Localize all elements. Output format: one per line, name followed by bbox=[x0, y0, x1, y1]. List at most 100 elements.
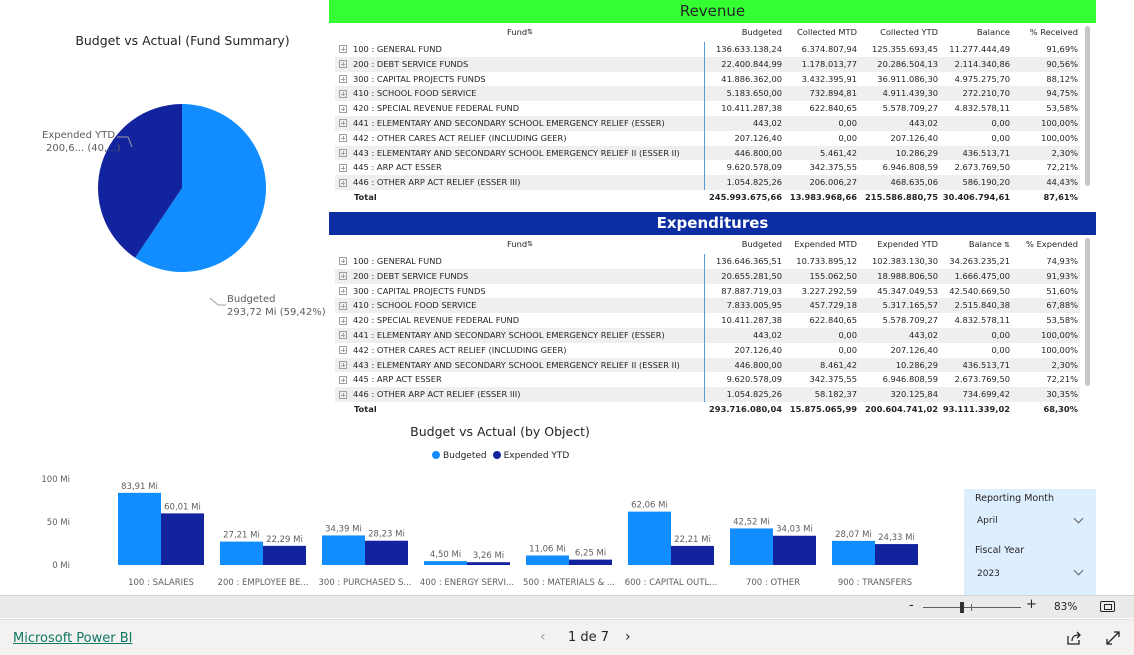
table-row[interactable]: 441 : ELEMENTARY AND SECONDARY SCHOOL EM… bbox=[335, 115, 1080, 131]
fund-name-cell: 410 : SCHOOL FOOD SERVICE bbox=[335, 298, 705, 314]
column-header[interactable]: Collected YTD bbox=[857, 23, 938, 42]
expand-icon[interactable] bbox=[339, 272, 347, 281]
next-page-button[interactable]: › bbox=[625, 629, 631, 645]
expand-icon[interactable] bbox=[339, 178, 347, 187]
bar-expended[interactable] bbox=[365, 540, 408, 565]
expand-icon[interactable] bbox=[339, 346, 347, 355]
expand-icon[interactable] bbox=[339, 286, 347, 295]
fund-summary-pie-chart[interactable] bbox=[0, 55, 330, 345]
bar-expended[interactable] bbox=[773, 535, 816, 565]
expand-icon[interactable] bbox=[339, 360, 347, 369]
previous-page-button[interactable]: ‹ bbox=[540, 629, 546, 645]
table-row[interactable]: 420 : SPECIAL REVENUE FEDERAL FUND 10.411… bbox=[335, 101, 1080, 116]
expand-icon[interactable] bbox=[339, 89, 347, 98]
table-row[interactable]: 420 : SPECIAL REVENUE FEDERAL FUND 10.411… bbox=[335, 313, 1080, 328]
table-row[interactable]: 300 : CAPITAL PROJECTS FUNDS 87.887.719,0… bbox=[335, 283, 1080, 299]
expand-icon[interactable] bbox=[339, 119, 347, 128]
table-row[interactable]: 443 : ELEMENTARY AND SECONDARY SCHOOL EM… bbox=[335, 145, 1080, 161]
table-row[interactable]: 446 : OTHER ARP ACT RELIEF (ESSER III) 1.… bbox=[335, 387, 1080, 402]
expand-icon[interactable] bbox=[339, 301, 347, 310]
zoom-out-button[interactable]: - bbox=[909, 598, 914, 613]
reporting-month-dropdown[interactable]: April bbox=[977, 516, 998, 526]
expand-icon[interactable] bbox=[339, 257, 347, 266]
power-bi-link[interactable]: Microsoft Power BI bbox=[13, 631, 132, 646]
share-icon[interactable] bbox=[1066, 630, 1082, 646]
zoom-slider-track[interactable] bbox=[923, 607, 1021, 608]
fit-to-page-icon[interactable] bbox=[1100, 601, 1115, 612]
table-row[interactable]: 443 : ELEMENTARY AND SECONDARY SCHOOL EM… bbox=[335, 357, 1080, 373]
table-row[interactable]: 445 : ARP ACT ESSER 9.620.578,09 342.375,5… bbox=[335, 372, 1080, 388]
bar-budgeted[interactable] bbox=[526, 555, 569, 565]
column-header[interactable]: Expended YTD bbox=[857, 235, 938, 254]
bar-budgeted[interactable] bbox=[628, 511, 671, 565]
chevron-down-icon[interactable] bbox=[1073, 565, 1084, 576]
expand-icon[interactable] bbox=[339, 331, 347, 340]
table-row[interactable]: 200 : DEBT SERVICE FUNDS 22.400.844,99 1.1… bbox=[335, 56, 1080, 72]
bar-expended[interactable] bbox=[263, 545, 306, 565]
bar-budgeted[interactable] bbox=[424, 561, 467, 565]
budget-by-object-bar-chart[interactable]: 0 Mi 50 Mi 100 Mi 83,91 Mi 60,01 Mi 100 : SAL… bbox=[0, 470, 960, 595]
expand-icon[interactable] bbox=[339, 375, 347, 384]
value-cell: 9.620.578,09 bbox=[726, 374, 782, 385]
expand-icon[interactable] bbox=[339, 60, 347, 69]
bar-expended[interactable] bbox=[161, 513, 204, 565]
column-header[interactable]: % Expended bbox=[1010, 235, 1078, 254]
table-row[interactable]: 442 : OTHER CARES ACT RELIEF (INCLUDING … bbox=[335, 130, 1080, 146]
table-row[interactable]: 300 : CAPITAL PROJECTS FUNDS 41.886.362,0… bbox=[335, 71, 1080, 87]
sort-icon[interactable]: ⇅ bbox=[527, 235, 533, 254]
column-header[interactable]: Fund ⇅ bbox=[335, 235, 705, 254]
chevron-down-icon[interactable] bbox=[1073, 513, 1084, 524]
column-header[interactable]: Fund ⇅ bbox=[335, 23, 705, 42]
table-row[interactable]: 100 : GENERAL FUND 136.633.138,24 6.374.80… bbox=[335, 42, 1080, 57]
expand-icon[interactable] bbox=[339, 163, 347, 172]
revenue-table[interactable]: Fund ⇅ Budgeted Collected MTD Collected YTD… bbox=[335, 23, 1080, 204]
expand-icon[interactable] bbox=[339, 74, 347, 83]
bar-budgeted[interactable] bbox=[730, 528, 773, 565]
legend-item-budgeted[interactable]: Budgeted bbox=[432, 451, 487, 461]
expand-icon[interactable] bbox=[339, 134, 347, 143]
column-header[interactable]: Collected MTD bbox=[782, 23, 857, 42]
column-header[interactable]: Balance ⇅ bbox=[938, 235, 1010, 255]
bar-budgeted[interactable] bbox=[220, 541, 263, 565]
column-header[interactable]: Budgeted bbox=[705, 235, 782, 254]
column-header[interactable]: % Received bbox=[1010, 23, 1078, 42]
sort-icon[interactable]: ⇅ bbox=[1002, 241, 1010, 249]
sort-icon[interactable]: ⇅ bbox=[527, 23, 533, 42]
expand-icon[interactable] bbox=[339, 390, 347, 399]
bar-expended[interactable] bbox=[569, 559, 612, 565]
bar-expended[interactable] bbox=[467, 562, 510, 565]
expenditures-table[interactable]: Fund ⇅ Budgeted Expended MTD Expended YTD Ba… bbox=[335, 235, 1080, 416]
table-row[interactable]: 200 : DEBT SERVICE FUNDS 20.655.281,50 155… bbox=[335, 268, 1080, 284]
fund-name-cell: 100 : GENERAL FUND bbox=[335, 254, 705, 269]
value-cell: 44,43% bbox=[1046, 177, 1078, 188]
table-row[interactable]: 410 : SCHOOL FOOD SERVICE 7.833.005,95 457… bbox=[335, 298, 1080, 314]
table-row[interactable]: 446 : OTHER ARP ACT RELIEF (ESSER III) 1.… bbox=[335, 175, 1080, 190]
bar-chart-legend[interactable]: Budgeted Expended YTD bbox=[432, 451, 569, 461]
fiscal-year-dropdown[interactable]: 2023 bbox=[977, 569, 1000, 579]
fullscreen-icon[interactable] bbox=[1105, 630, 1121, 646]
table-row[interactable]: 410 : SCHOOL FOOD SERVICE 5.183.650,00 732… bbox=[335, 86, 1080, 102]
column-header[interactable]: Budgeted bbox=[705, 23, 782, 42]
zoom-slider-handle[interactable] bbox=[960, 602, 964, 613]
bar-expended[interactable] bbox=[875, 544, 918, 565]
legend-item-expended[interactable]: Expended YTD bbox=[492, 451, 569, 461]
revenue-table-scrollbar[interactable] bbox=[1085, 26, 1090, 186]
table-row[interactable]: 445 : ARP ACT ESSER 9.620.578,09 342.375,5… bbox=[335, 160, 1080, 176]
bar-budgeted[interactable] bbox=[118, 492, 161, 565]
bar-budgeted[interactable] bbox=[322, 535, 365, 565]
column-header[interactable]: Expended MTD bbox=[782, 235, 857, 254]
column-header[interactable]: Balance bbox=[938, 23, 1010, 42]
expenditures-table-scrollbar[interactable] bbox=[1085, 238, 1090, 386]
column-header-label: Fund bbox=[507, 239, 528, 249]
pie-label-expended-value: 200,6... (40,...) bbox=[46, 143, 121, 154]
zoom-in-button[interactable]: + bbox=[1026, 597, 1037, 612]
expand-icon[interactable] bbox=[339, 148, 347, 157]
table-row[interactable]: 100 : GENERAL FUND 136.646.365,51 10.733.8… bbox=[335, 254, 1080, 269]
expand-icon[interactable] bbox=[339, 45, 347, 54]
expand-icon[interactable] bbox=[339, 104, 347, 113]
table-row[interactable]: 441 : ELEMENTARY AND SECONDARY SCHOOL EM… bbox=[335, 327, 1080, 343]
bar-budgeted[interactable] bbox=[832, 540, 875, 565]
table-row[interactable]: 442 : OTHER CARES ACT RELIEF (INCLUDING … bbox=[335, 342, 1080, 358]
bar-expended[interactable] bbox=[671, 545, 714, 565]
expand-icon[interactable] bbox=[339, 316, 347, 325]
